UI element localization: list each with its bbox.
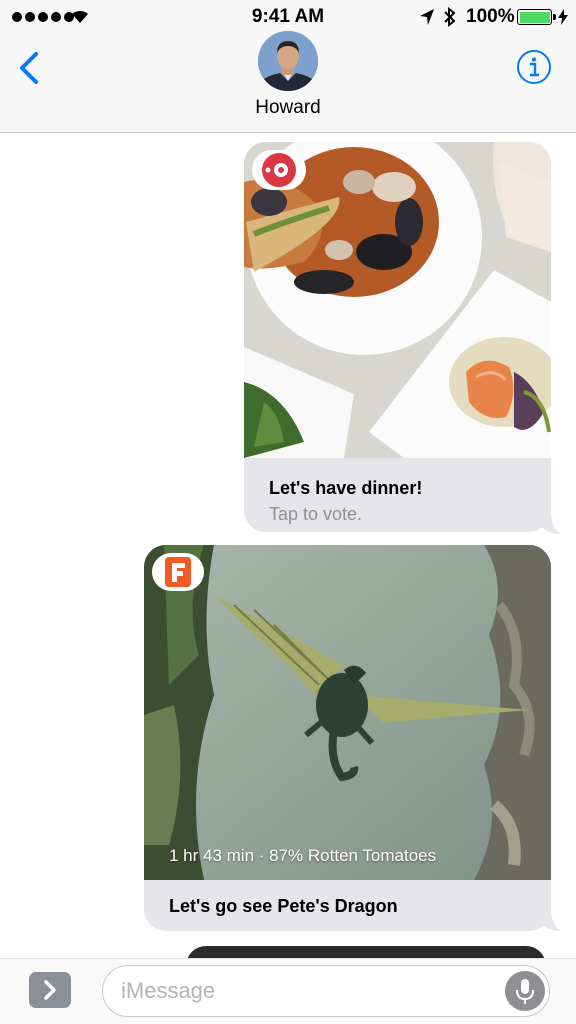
dinner-poll-message[interactable]: Let's have dinner! Tap to vote.	[244, 142, 561, 534]
opentable-icon	[252, 150, 306, 190]
message-input-container	[102, 965, 550, 1017]
microphone-icon	[516, 979, 534, 1004]
info-icon[interactable]	[516, 49, 552, 85]
bubble-tail	[541, 909, 561, 931]
message-subtitle: Tap to vote.	[269, 504, 363, 524]
conversation-header: Howard	[0, 31, 576, 133]
movie-still	[144, 545, 551, 880]
expand-apps-button[interactable]	[29, 972, 71, 1008]
bubble-tail	[541, 512, 561, 534]
charging-bolt-icon	[558, 9, 568, 25]
location-arrow-icon	[420, 9, 434, 25]
movie-message[interactable]: 1 hr 43 min · 87% Rotten Tomatoes Let's …	[144, 545, 561, 931]
status-bar: 9:41 AM 100%	[0, 0, 576, 34]
contact-name[interactable]: Howard	[0, 97, 576, 119]
message-title: Let's go see Pete's Dragon	[169, 896, 398, 916]
fandango-icon	[152, 553, 204, 591]
message-composer	[0, 958, 576, 1024]
battery-icon	[517, 9, 552, 25]
movie-meta: 1 hr 43 min · 87% Rotten Tomatoes	[169, 846, 437, 865]
message-input[interactable]	[121, 976, 481, 1006]
avatar[interactable]	[258, 31, 318, 91]
chevron-right-icon	[44, 980, 56, 1000]
battery-nub	[553, 14, 556, 20]
message-thread[interactable]: Let's have dinner! Tap to vote. 1 hr 43 …	[0, 134, 576, 960]
dictation-button[interactable]	[505, 971, 545, 1011]
chevron-left-icon[interactable]	[14, 50, 48, 86]
battery-percent: 100%	[466, 6, 515, 27]
bluetooth-icon	[444, 7, 456, 27]
message-title: Let's have dinner!	[269, 478, 423, 498]
